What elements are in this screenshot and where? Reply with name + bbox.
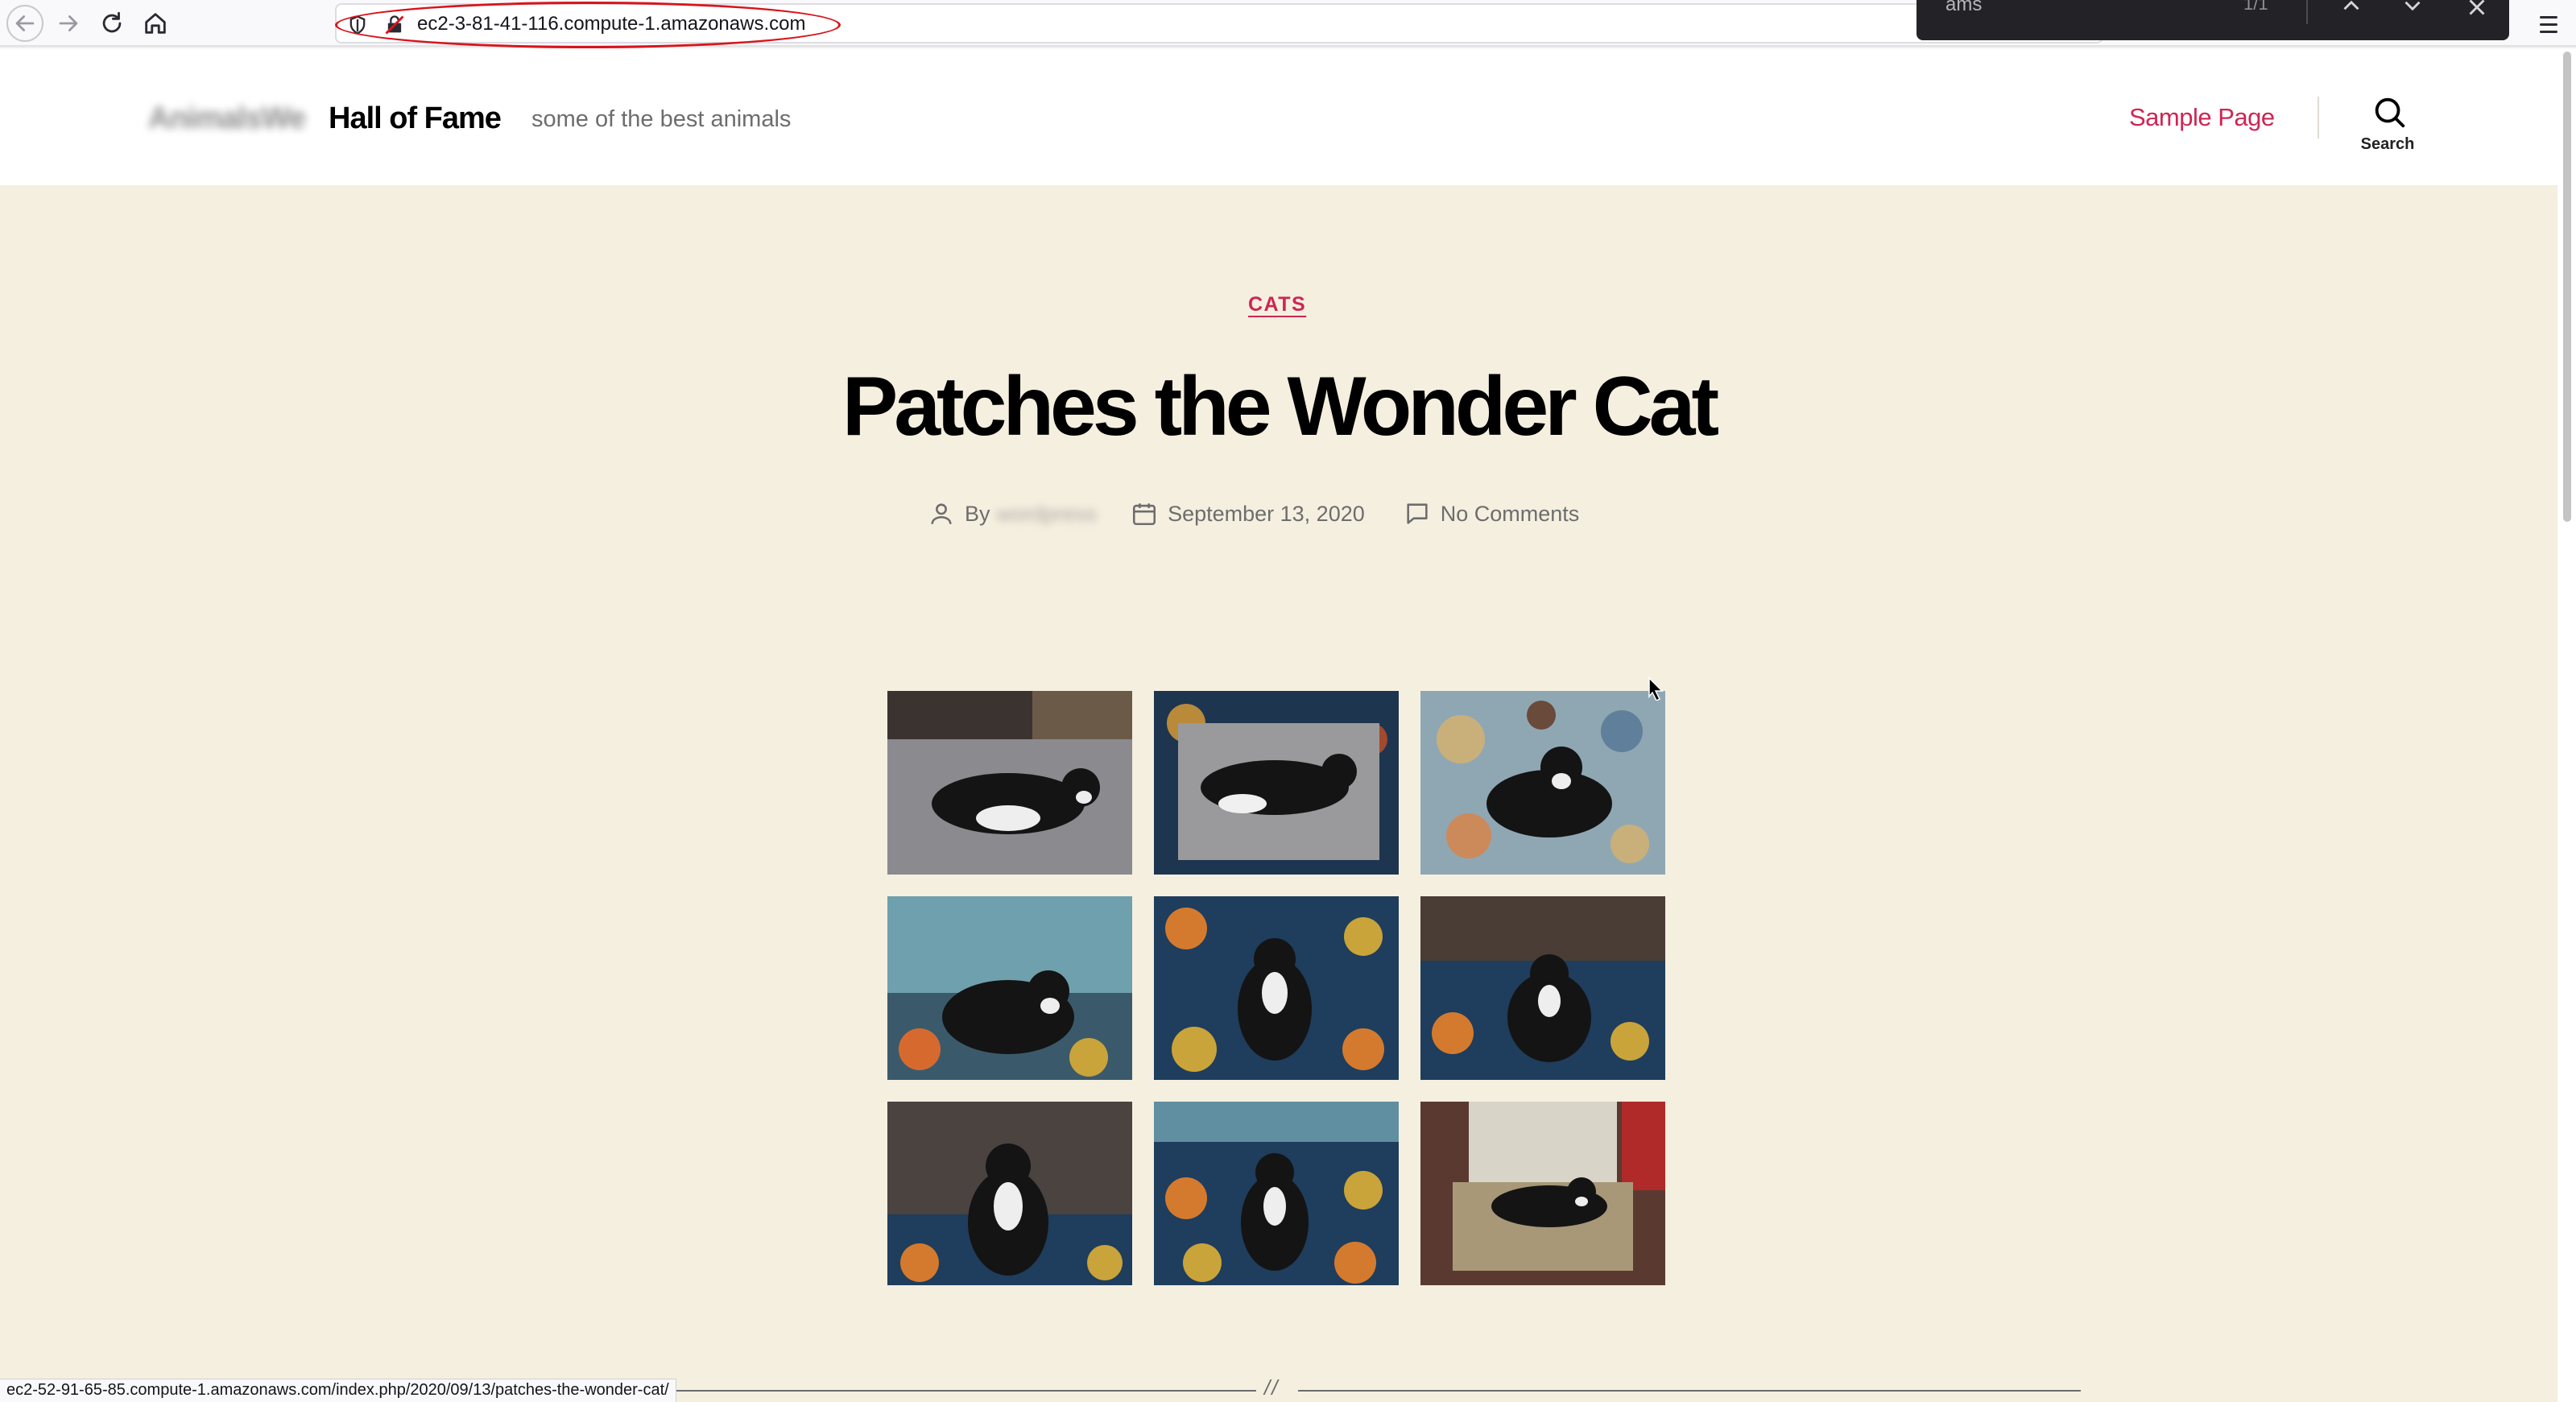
post-author-link[interactable]: wordpress (997, 502, 1098, 527)
gallery-image[interactable] (1420, 896, 1665, 1080)
gallery-image[interactable] (1420, 691, 1665, 875)
calendar-icon (1133, 503, 1156, 526)
post-title: Patches the Wonder Cat (841, 360, 1719, 453)
gallery-image[interactable] (887, 1102, 1132, 1285)
cat-photo-image (1154, 896, 1399, 1080)
home-button[interactable] (137, 5, 174, 42)
arrow-left-icon (15, 15, 35, 31)
url-text[interactable]: ec2-3-81-41-116.compute-1.amazonaws.com (417, 13, 805, 35)
gallery-image[interactable] (1420, 1102, 1665, 1285)
nav-link-sample-page[interactable]: Sample Page (2129, 103, 2275, 132)
cat-photo-image (887, 1102, 1132, 1285)
find-divider (2306, 0, 2308, 24)
comment-icon (1407, 503, 1428, 524)
search-toggle-button[interactable]: Search (2350, 92, 2425, 164)
image-gallery (887, 691, 1665, 1285)
gallery-image[interactable] (1154, 1102, 1399, 1285)
cat-photo-image (887, 691, 1132, 875)
scrollbar-thumb[interactable] (2563, 52, 2571, 522)
close-icon[interactable] (2461, 0, 2493, 21)
search-label: Search (2360, 135, 2415, 153)
hamburger-menu-icon[interactable] (2533, 8, 2565, 40)
find-input[interactable]: ams (1945, 0, 1982, 16)
gallery-image[interactable] (887, 691, 1132, 875)
site-header: AnimalsWe Hall of Fame some of the best … (0, 48, 2557, 185)
gallery-image[interactable] (887, 896, 1132, 1080)
find-bar: ams 1/1 (1916, 0, 2509, 40)
gallery-image[interactable] (1154, 896, 1399, 1080)
cat-photo-image (1420, 896, 1665, 1080)
site-title-blurred[interactable]: AnimalsWe (148, 101, 306, 136)
back-button[interactable] (6, 5, 43, 42)
shield-icon[interactable] (346, 14, 369, 36)
mouse-cursor-icon (1648, 676, 1664, 701)
post-comments-link[interactable]: No Comments (1441, 502, 1580, 527)
separator-line (1298, 1390, 2081, 1392)
post-date-link[interactable]: September 13, 2020 (1168, 502, 1365, 527)
browser-toolbar: ec2-3-81-41-116.compute-1.amazonaws.com … (0, 0, 2576, 48)
arrow-right-icon (59, 15, 78, 31)
chevron-up-icon[interactable] (2335, 0, 2367, 19)
site-title[interactable]: Hall of Fame (329, 101, 502, 136)
separator-mark: // (1264, 1375, 1280, 1400)
post-author-prefix: By (965, 501, 990, 526)
post-category-link[interactable]: CATS (1248, 293, 1306, 316)
search-icon (2375, 97, 2405, 128)
nav-divider (2318, 97, 2319, 139)
find-result-count: 1/1 (2243, 0, 2268, 14)
user-icon (931, 503, 952, 524)
separator-line (676, 1390, 1256, 1392)
chevron-down-icon[interactable] (2396, 0, 2429, 19)
reload-button[interactable] (93, 5, 130, 42)
gallery-image[interactable] (1154, 691, 1399, 875)
insecure-lock-icon[interactable] (383, 14, 406, 36)
status-bar-link-preview: ec2-52-91-65-85.compute-1.amazonaws.com/… (0, 1379, 676, 1402)
home-icon (145, 13, 166, 34)
cat-photo-image (1154, 1102, 1399, 1285)
cat-photo-image (887, 896, 1132, 1080)
cat-photo-image (1154, 691, 1399, 875)
site-tagline: some of the best animals (531, 106, 792, 132)
reload-icon (102, 11, 122, 33)
cat-photo-image (1420, 1102, 1665, 1285)
forward-button[interactable] (50, 5, 87, 42)
url-bar[interactable]: ec2-3-81-41-116.compute-1.amazonaws.com (335, 3, 2103, 43)
post-meta: By wordpress September 13, 2020 No Comme… (928, 498, 1579, 530)
cat-photo-image (1420, 691, 1665, 875)
